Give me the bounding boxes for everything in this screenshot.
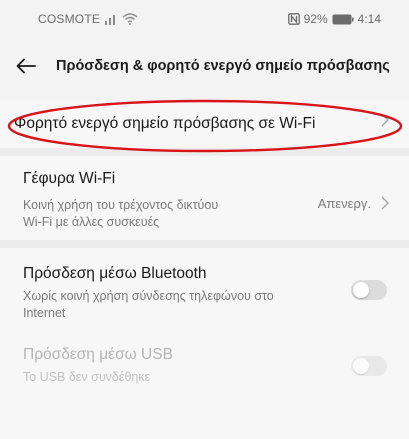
wifi-icon — [122, 13, 138, 25]
section-divider — [0, 240, 409, 248]
page-title: Πρόσδεση & φορητό ενεργό σημείο πρόσβαση… — [56, 58, 390, 74]
bluetooth-label: Πρόσδεση μέσω Bluetooth — [23, 265, 207, 282]
nfc-icon — [287, 13, 300, 25]
toggle-knob — [353, 358, 369, 374]
section-divider — [0, 148, 409, 156]
battery-percent: 92% — [303, 12, 328, 26]
hotspot-label: Φορητό ενεργό σημείο πρόσβασης σε Wi-Fi — [14, 115, 316, 132]
back-arrow-icon[interactable] — [10, 50, 42, 82]
toggle-knob — [353, 282, 369, 298]
app-bar: Πρόσδεση & φορητό ενεργό σημείο πρόσβαση… — [0, 44, 409, 88]
wifi-bridge-label: Γέφυρα Wi-Fi — [23, 170, 116, 187]
carrier-name: COSMOTE — [38, 12, 101, 26]
signal-bars-icon — [104, 14, 118, 25]
wifi-bridge-subtitle-2: Wi-Fi με άλλες συσκευές — [23, 215, 160, 229]
wifi-bridge-row[interactable]: Γέφυρα Wi-Fi Κοινή χρήση του τρέχοντος δ… — [0, 156, 409, 240]
status-right: 92% 4:14 — [287, 12, 381, 26]
usb-toggle — [351, 356, 387, 376]
bluetooth-toggle[interactable] — [351, 280, 387, 300]
bluetooth-subtitle-1: Χωρίς κοινή χρήση σύνδεσης τηλεφώνου στο — [23, 289, 274, 303]
wifi-bridge-subtitle-1: Κοινή χρήση του τρέχοντος δικτύου — [23, 198, 219, 212]
status-left: COSMOTE — [38, 12, 138, 26]
battery-icon — [332, 14, 354, 25]
status-bar: COSMOTE 92% 4:14 — [0, 0, 409, 38]
usb-label: Πρόσδεση μέσω USB — [23, 346, 173, 363]
chevron-right-icon — [381, 196, 389, 215]
bluetooth-row[interactable]: Πρόσδεση μέσω Bluetooth Χωρίς κοινή χρήσ… — [0, 248, 409, 332]
chevron-right-icon — [381, 113, 389, 132]
usb-subtitle: Το USB δεν συνδέθηκε — [23, 370, 151, 384]
usb-row: Πρόσδεση μέσω USB Το USB δεν συνδέθηκε — [0, 336, 409, 400]
clock: 4:14 — [357, 12, 381, 26]
bluetooth-subtitle-2: Internet — [23, 306, 66, 320]
hotspot-row[interactable]: Φορητό ενεργό σημείο πρόσβασης σε Wi-Fi — [0, 100, 409, 148]
wifi-bridge-status: Απενεργ. — [317, 196, 371, 211]
